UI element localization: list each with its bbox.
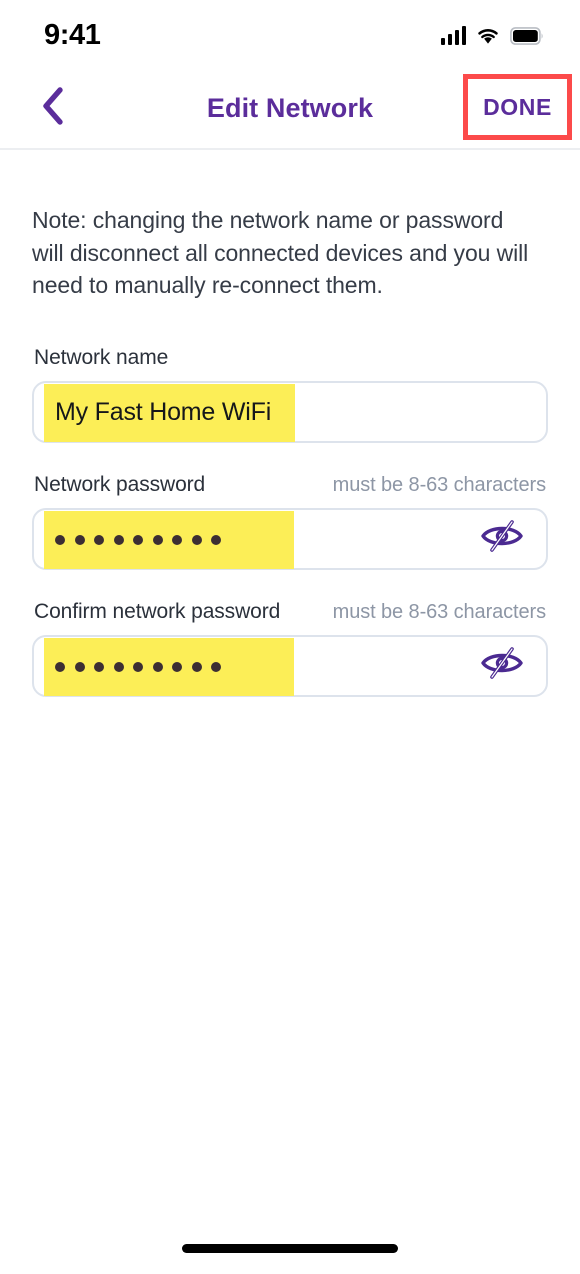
network-password-masked-value (55, 534, 221, 545)
network-name-highlight: My Fast Home WiFi (44, 383, 295, 442)
field-header: Confirm network password must be 8-63 ch… (32, 600, 548, 624)
network-name-value: My Fast Home WiFi (55, 398, 272, 427)
home-indicator[interactable] (182, 1244, 398, 1253)
eye-off-icon (479, 646, 525, 685)
warning-note: Note: changing the network name or passw… (32, 207, 529, 299)
network-password-input[interactable] (32, 507, 548, 570)
status-bar: 9:41 (0, 0, 580, 68)
confirm-password-highlight (44, 637, 294, 696)
nav-bar: Edit Network DONE (0, 68, 580, 150)
form-content: Note: changing the network name or passw… (0, 150, 580, 697)
network-password-hint: must be 8-63 characters (332, 473, 546, 496)
done-button-label: DONE (483, 93, 552, 120)
network-password-highlight (44, 510, 294, 569)
eye-off-icon (479, 519, 525, 558)
back-button[interactable] (24, 79, 82, 137)
network-password-visibility-toggle[interactable] (476, 518, 528, 560)
network-password-label: Network password (34, 472, 206, 496)
phone-screen: 9:41 Edit Network DONE Note: changing th… (0, 0, 580, 1274)
field-group-network-password: Network password must be 8-63 characters (32, 473, 548, 570)
confirm-password-visibility-toggle[interactable] (476, 645, 528, 687)
cellular-signal-icon (440, 26, 466, 45)
status-bar-time: 9:41 (44, 18, 101, 51)
done-button[interactable]: DONE (463, 74, 572, 140)
field-group-confirm-password: Confirm network password must be 8-63 ch… (32, 600, 548, 697)
network-name-label: Network name (34, 345, 169, 369)
chevron-left-icon (41, 86, 65, 131)
confirm-password-masked-value (55, 661, 221, 672)
confirm-password-input[interactable] (32, 634, 548, 697)
status-bar-icons (440, 26, 545, 45)
battery-full-icon (510, 26, 544, 45)
field-header: Network name (32, 346, 548, 370)
field-group-network-name: Network name My Fast Home WiFi (32, 346, 548, 443)
confirm-password-hint: must be 8-63 characters (332, 600, 546, 623)
field-header: Network password must be 8-63 characters (32, 473, 548, 497)
wifi-icon (475, 26, 501, 45)
network-name-input[interactable]: My Fast Home WiFi (32, 380, 548, 443)
confirm-password-label: Confirm network password (34, 599, 281, 623)
